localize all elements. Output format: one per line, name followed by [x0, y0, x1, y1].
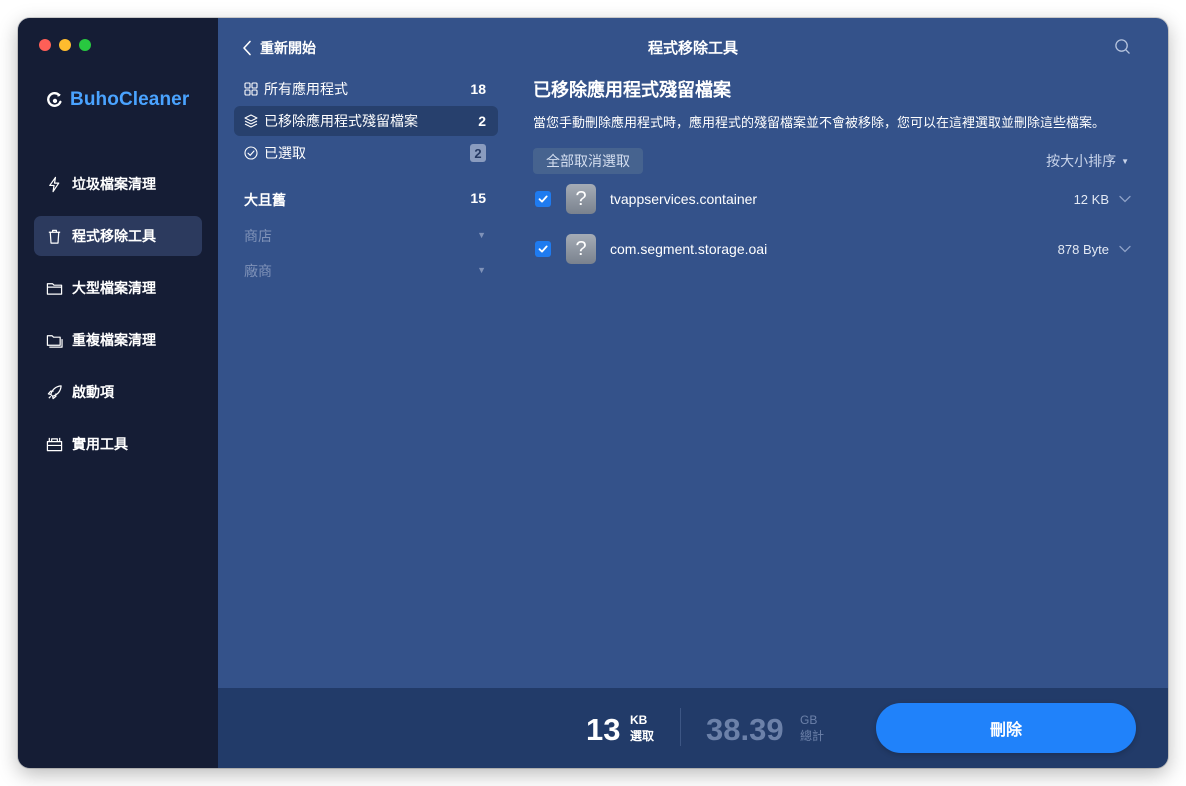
- app-name: BuhoCleaner: [70, 89, 190, 110]
- sidebar-item-duplicate-files[interactable]: 重複檔案清理: [34, 320, 202, 360]
- unknown-file-icon: ?: [566, 184, 596, 214]
- file-size: 12 KB: [1073, 191, 1109, 207]
- zoom-window-button[interactable]: [79, 39, 91, 51]
- selected-size-value: 13: [586, 712, 621, 747]
- category-label: 已移除應用程式殘留檔案: [264, 113, 418, 129]
- toolbox-icon: [46, 437, 63, 451]
- category-list: 所有應用程式 18 已移除應用程式殘留檔案 2 已選取 2: [234, 74, 498, 170]
- caret-down-icon: ▼: [477, 230, 486, 240]
- caret-down-icon: ▼: [477, 265, 486, 275]
- group-label: 大且舊: [244, 192, 286, 208]
- content-title: 已移除應用程式殘留檔案: [533, 80, 731, 100]
- filter-store[interactable]: 商店 ▼: [244, 226, 486, 246]
- sidebar-nav: 垃圾檔案清理 程式移除工具 大型檔案清理 重複檔案清理 啟動項 實用工具: [34, 164, 202, 476]
- file-checkbox[interactable]: [535, 241, 551, 257]
- main-panel: 重新開始 程式移除工具 所有應用程式 18 已移除應用程式殘留檔案 2 已選取 …: [218, 18, 1168, 768]
- category-count: 2: [478, 113, 486, 129]
- sidebar-item-label: 啟動項: [72, 384, 114, 400]
- total-size-value: 38.39: [706, 712, 784, 747]
- delete-button[interactable]: 刪除: [876, 703, 1136, 753]
- category-removed-app-leftovers[interactable]: 已移除應用程式殘留檔案 2: [234, 106, 498, 136]
- sidebar-item-startup-items[interactable]: 啟動項: [34, 372, 202, 412]
- lightning-icon: [49, 176, 60, 192]
- close-window-button[interactable]: [39, 39, 51, 51]
- window-controls: [39, 39, 91, 51]
- file-checkbox[interactable]: [535, 191, 551, 207]
- content-description: 當您手動刪除應用程式時，應用程式的殘留檔案並不會被移除，您可以在這裡選取並刪除這…: [533, 115, 1106, 130]
- deselect-all-button[interactable]: 全部取消選取: [533, 148, 643, 174]
- category-all-apps[interactable]: 所有應用程式 18: [234, 74, 498, 104]
- checkmark-icon: [538, 195, 548, 203]
- sidebar: BuhoCleaner 垃圾檔案清理 程式移除工具 大型檔案清理 重複檔案清理 …: [18, 18, 218, 768]
- category-selected[interactable]: 已選取 2: [234, 138, 498, 168]
- file-name: tvappservices.container: [610, 191, 758, 207]
- trash-icon: [48, 229, 61, 244]
- file-name: com.segment.storage.oai: [610, 241, 768, 257]
- window-title: 程式移除工具: [647, 40, 738, 57]
- filter-vendor[interactable]: 廠商 ▼: [244, 261, 486, 281]
- checkmark-icon: [538, 245, 548, 253]
- content-panel: 已移除應用程式殘留檔案 當您手動刪除應用程式時，應用程式的殘留檔案並不會被移除，…: [533, 74, 1133, 274]
- sidebar-item-app-uninstaller[interactable]: 程式移除工具: [34, 216, 202, 256]
- selected-size-unit: KB 選取: [630, 712, 654, 744]
- unknown-file-icon: ?: [566, 234, 596, 264]
- category-label: 已選取: [264, 145, 306, 161]
- group-count: 15: [470, 190, 486, 206]
- minimize-window-button[interactable]: [59, 39, 71, 51]
- sidebar-item-label: 垃圾檔案清理: [72, 176, 156, 192]
- filter-label: 商店: [244, 228, 272, 244]
- app-logo: BuhoCleaner: [46, 89, 189, 111]
- category-label: 所有應用程式: [264, 81, 348, 97]
- sort-dropdown[interactable]: 按大小排序 ▼: [1046, 151, 1129, 171]
- sidebar-item-label: 程式移除工具: [72, 228, 156, 244]
- category-large-old[interactable]: 大且舊 15: [244, 190, 486, 210]
- owl-logo-icon: [47, 92, 62, 107]
- file-row[interactable]: ? com.segment.storage.oai 878 Byte: [533, 224, 1133, 274]
- sidebar-item-label: 重複檔案清理: [72, 332, 156, 348]
- file-size: 878 Byte: [1057, 241, 1109, 257]
- sidebar-item-label: 實用工具: [72, 436, 128, 452]
- duplicate-folder-icon: [46, 334, 63, 348]
- caret-down-icon: ▼: [1121, 156, 1129, 166]
- grid-icon: [244, 82, 258, 96]
- layers-icon: [244, 114, 258, 128]
- search-icon[interactable]: [1114, 38, 1131, 55]
- sort-label: 按大小排序: [1046, 153, 1117, 169]
- app-window: BuhoCleaner 垃圾檔案清理 程式移除工具 大型檔案清理 重複檔案清理 …: [18, 18, 1168, 768]
- file-row[interactable]: ? tvappservices.container 12 KB: [533, 174, 1133, 224]
- bottom-bar: 13 KB 選取 38.39 GB 總計 刪除: [218, 688, 1168, 768]
- category-count: 18: [470, 81, 486, 97]
- filter-label: 廠商: [244, 263, 272, 279]
- total-size-unit: GB 總計: [800, 712, 824, 744]
- chevron-down-icon[interactable]: [1119, 245, 1131, 253]
- sidebar-item-label: 大型檔案清理: [72, 280, 156, 296]
- list-toolbar: 全部取消選取 按大小排序 ▼: [533, 148, 1133, 174]
- selected-count-badge: 2: [470, 144, 486, 162]
- divider: [680, 708, 681, 746]
- selected-label: 選取: [630, 729, 655, 743]
- sidebar-item-junk-cleanup[interactable]: 垃圾檔案清理: [34, 164, 202, 204]
- sidebar-item-toolkit[interactable]: 實用工具: [34, 424, 202, 464]
- chevron-down-icon[interactable]: [1119, 195, 1131, 203]
- rocket-icon: [47, 384, 62, 399]
- sidebar-item-large-files[interactable]: 大型檔案清理: [34, 268, 202, 308]
- folder-icon: [46, 282, 63, 295]
- total-unit-text: GB: [800, 713, 818, 727]
- check-circle-icon: [244, 146, 258, 160]
- selected-unit-text: KB: [630, 713, 648, 727]
- total-label: 總計: [800, 729, 825, 743]
